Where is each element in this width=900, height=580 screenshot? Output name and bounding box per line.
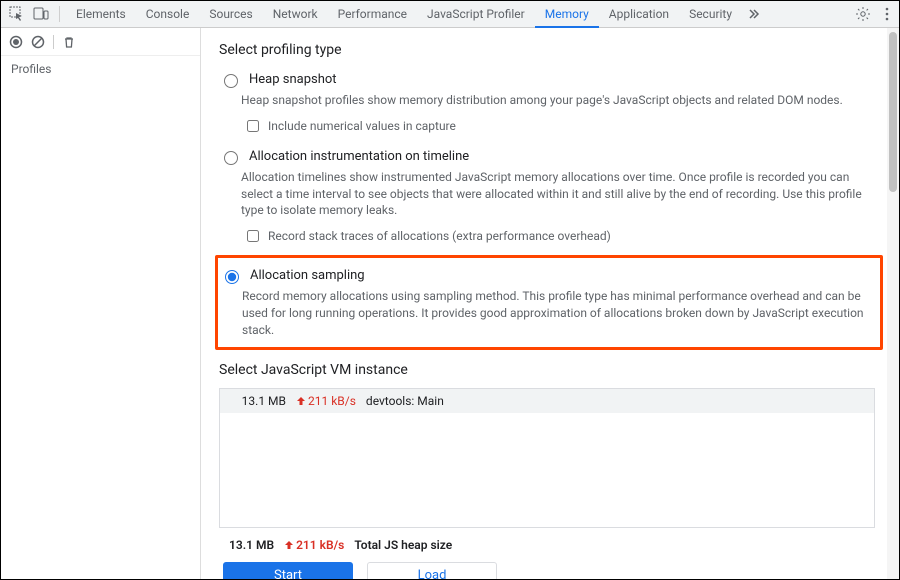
sidebar-section-profiles[interactable]: Profiles [1, 56, 200, 82]
scrollbar-thumb[interactable] [889, 32, 897, 192]
kebab-menu-icon[interactable] [875, 2, 899, 26]
sub-include-numerical[interactable]: Include numerical values in capture [243, 117, 875, 135]
checkbox-include-numerical[interactable] [247, 120, 259, 132]
action-buttons: Start Load [219, 562, 875, 579]
total-label: Total JS heap size [354, 538, 452, 552]
clear-icon[interactable] [31, 35, 45, 49]
total-rate-value: 211 kB/s [296, 538, 344, 552]
more-tabs-icon[interactable] [742, 2, 766, 26]
tab-console[interactable]: Console [136, 1, 200, 28]
sidebar-toolbar [1, 28, 200, 56]
tab-memory[interactable]: Memory [535, 1, 599, 28]
tab-network[interactable]: Network [263, 1, 328, 28]
tab-javascript-profiler[interactable]: JavaScript Profiler [417, 1, 535, 28]
record-icon[interactable] [9, 35, 23, 49]
option-heap-snapshot[interactable]: Heap snapshot [219, 68, 875, 88]
option-desc: Heap snapshot profiles show memory distr… [241, 92, 875, 109]
tab-performance[interactable]: Performance [328, 1, 417, 28]
heap-total-stats: 13.1 MB 211 kB/s Total JS heap size [219, 536, 875, 562]
vm-instance-list: 13.1 MB 211 kB/s devtools: Main [219, 388, 875, 528]
sub-record-stack-traces[interactable]: Record stack traces of allocations (extr… [243, 227, 875, 245]
profiles-sidebar: Profiles [1, 28, 201, 579]
total-size: 13.1 MB [229, 538, 274, 552]
arrow-up-icon [284, 540, 294, 550]
vm-instance-row[interactable]: 13.1 MB 211 kB/s devtools: Main [220, 389, 874, 413]
tab-security[interactable]: Security [679, 1, 742, 28]
vm-rate: 211 kB/s [296, 394, 356, 408]
radio-allocation-sampling[interactable] [225, 270, 239, 284]
divider [53, 35, 54, 49]
inspect-element-icon[interactable] [5, 2, 29, 26]
tab-application[interactable]: Application [599, 1, 679, 28]
radio-heap-snapshot[interactable] [224, 74, 238, 88]
load-button[interactable]: Load [367, 562, 497, 579]
start-button[interactable]: Start [223, 562, 353, 579]
vm-instance-heading: Select JavaScript VM instance [219, 362, 875, 378]
main-split: Profiles Select profiling type Heap snap… [1, 28, 899, 579]
memory-panel-content: Select profiling type Heap snapshot Heap… [201, 28, 899, 579]
vm-name: devtools: Main [366, 394, 444, 408]
total-rate: 211 kB/s [284, 538, 344, 552]
option-label: Heap snapshot [249, 72, 337, 87]
delete-icon[interactable] [62, 35, 76, 49]
divider [59, 6, 60, 22]
vm-size: 13.1 MB [230, 394, 286, 408]
device-toolbar-icon[interactable] [29, 2, 53, 26]
checkbox-record-stack-traces[interactable] [247, 230, 259, 242]
tab-sources[interactable]: Sources [199, 1, 262, 28]
option-desc: Allocation timelines show instrumented J… [241, 169, 875, 219]
highlighted-selection: Allocation sampling Record memory alloca… [215, 255, 883, 349]
radio-allocation-timeline[interactable] [224, 151, 238, 165]
sub-label: Include numerical values in capture [268, 119, 456, 133]
scrollbar[interactable] [887, 28, 899, 579]
settings-icon[interactable] [851, 2, 875, 26]
profiling-type-heading: Select profiling type [219, 42, 875, 58]
option-desc: Record memory allocations using sampling… [242, 288, 872, 338]
option-label: Allocation sampling [250, 268, 365, 283]
sub-label: Record stack traces of allocations (extr… [268, 229, 611, 243]
vm-rate-value: 211 kB/s [308, 394, 356, 408]
arrow-up-icon [296, 396, 306, 406]
devtools-tabbar: ElementsConsoleSourcesNetworkPerformance… [1, 1, 899, 28]
option-allocation-sampling[interactable]: Allocation sampling [220, 264, 872, 284]
tab-elements[interactable]: Elements [66, 1, 136, 28]
option-label: Allocation instrumentation on timeline [249, 149, 469, 164]
option-allocation-timeline[interactable]: Allocation instrumentation on timeline [219, 145, 875, 165]
